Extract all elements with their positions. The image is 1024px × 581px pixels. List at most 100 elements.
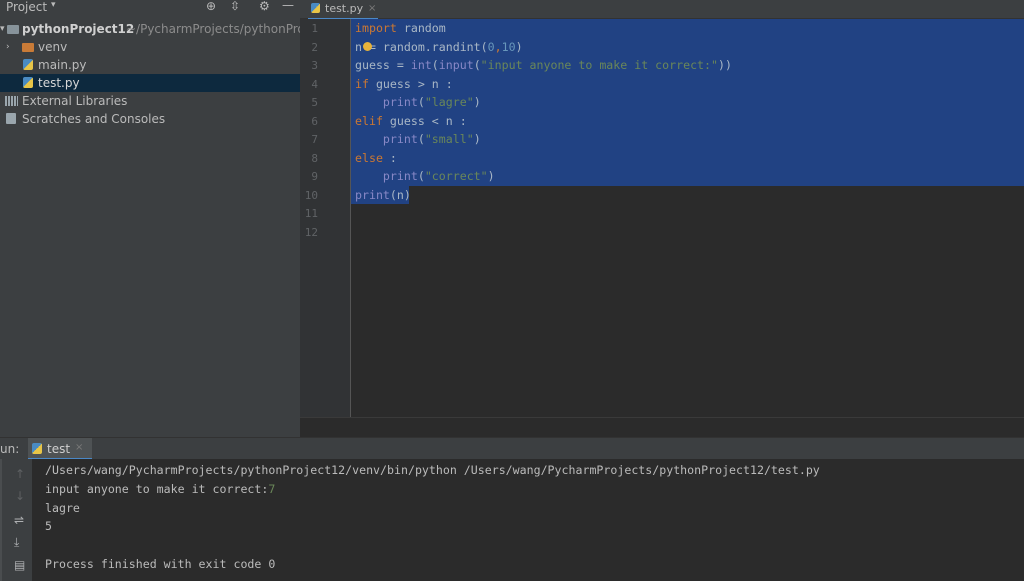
console-line: Process finished with exit code 0 xyxy=(45,557,276,571)
line-number: 8 xyxy=(311,151,318,165)
line-number: 3 xyxy=(311,59,318,72)
code-editor[interactable]: import random n = random.randint(0,10) gue… xyxy=(351,19,1024,417)
libraries-icon xyxy=(5,96,18,106)
console-line: /Users/wang/PycharmProjects/pythonProjec… xyxy=(45,463,820,477)
run-panel-title: un: xyxy=(0,442,20,456)
code-token: ) xyxy=(487,169,495,183)
tree-item-scratches[interactable]: Scratches and Consoles xyxy=(0,110,300,128)
code-token: guess > n : xyxy=(368,76,453,91)
code-token: else xyxy=(355,150,383,165)
code-token: input xyxy=(438,58,474,72)
console-prompt: input anyone to make it correct: xyxy=(45,482,269,496)
line-number: 11 xyxy=(304,207,318,220)
tree-item-label: Scratches and Consoles xyxy=(22,112,166,126)
line-number: 4 xyxy=(311,77,318,91)
project-name: pythonProject12 xyxy=(22,22,135,36)
code-token: print xyxy=(382,132,418,146)
line-number: 6 xyxy=(311,114,318,128)
line-number: 9 xyxy=(311,170,318,183)
scroll-to-end-icon[interactable]: ⤓ xyxy=(14,535,19,550)
dropdown-chevron-icon[interactable]: ▾ xyxy=(51,0,56,10)
code-line: n = random.randint(0,10) xyxy=(355,38,523,57)
code-token: random xyxy=(396,21,446,35)
scratches-icon xyxy=(6,113,16,124)
toolbar-divider xyxy=(0,459,2,581)
tree-item-venv[interactable]: › venv xyxy=(0,38,300,56)
code-token: guess = xyxy=(355,58,411,72)
chevron-down-icon[interactable]: ▾ xyxy=(0,20,5,38)
project-panel: Project ▾ ⊕ ⇳ ⚙ — ▾ pythonProject12 ~/Py… xyxy=(0,0,316,437)
console-line: 5 xyxy=(45,519,52,533)
line-number-gutter: 1 2 3 4 5 6 7 8 9 10 11 12 xyxy=(300,19,351,417)
code-token: print xyxy=(382,169,418,183)
code-line: print("correct") xyxy=(355,167,495,186)
locate-icon[interactable]: ⊕ xyxy=(206,0,216,13)
code-token: )) xyxy=(718,58,732,72)
console-line: input anyone to make it correct:7 xyxy=(45,480,275,498)
code-token: import xyxy=(355,21,397,35)
run-panel-header: un: test × xyxy=(0,437,1024,460)
python-file-icon xyxy=(23,77,33,88)
code-token: "lagre" xyxy=(424,95,474,109)
code-token: int xyxy=(410,58,432,72)
intention-bulb-icon[interactable] xyxy=(363,41,372,51)
collapse-all-icon[interactable]: ⇳ xyxy=(230,0,240,13)
code-line: print("lagre") xyxy=(355,93,481,112)
tree-item-main-py[interactable]: main.py xyxy=(0,56,300,74)
code-token: ( xyxy=(417,132,425,146)
code-token: 10 xyxy=(501,39,516,54)
console-line: lagre xyxy=(45,501,80,515)
close-icon[interactable]: × xyxy=(75,442,83,453)
tree-item-project-root[interactable]: ▾ pythonProject12 ~/PycharmProjects/pyth… xyxy=(0,20,316,38)
tree-item-label: test.py xyxy=(38,76,80,90)
run-console[interactable]: /Users/wang/PycharmProjects/pythonProjec… xyxy=(32,459,1024,581)
gear-icon[interactable]: ⚙ xyxy=(259,0,270,13)
code-token: "small" xyxy=(424,132,474,146)
minimize-icon[interactable]: — xyxy=(282,0,294,12)
folder-icon xyxy=(22,43,34,52)
line-number: 1 xyxy=(311,22,318,35)
tree-item-label: External Libraries xyxy=(22,94,128,108)
code-line: elif guess < n : xyxy=(355,112,467,131)
print-icon[interactable]: ▤ xyxy=(14,558,25,572)
chevron-right-icon[interactable]: › xyxy=(6,38,10,56)
folder-icon xyxy=(7,25,19,34)
code-token: ) xyxy=(473,132,481,146)
code-token: "correct" xyxy=(424,169,488,183)
tree-item-label: main.py xyxy=(38,58,87,72)
line-number: 5 xyxy=(311,96,318,109)
code-token: , xyxy=(494,39,502,54)
code-token: ) xyxy=(515,39,523,54)
code-token: ( xyxy=(473,58,481,72)
selection-highlight xyxy=(351,148,1024,167)
soft-wrap-icon[interactable]: ⇌ xyxy=(14,513,24,527)
code-token: ( xyxy=(417,169,425,183)
line-number: 7 xyxy=(311,133,318,146)
tree-item-test-py[interactable]: test.py xyxy=(0,74,300,92)
tab-run-test[interactable]: test × xyxy=(28,438,92,460)
code-token: if xyxy=(355,76,369,91)
run-toolbar: ↑ ↓ ⇌ ⤓ ▤ xyxy=(0,459,32,581)
project-panel-title[interactable]: Project xyxy=(6,0,47,14)
python-file-icon xyxy=(311,3,320,13)
code-token: "input anyone to make it correct:" xyxy=(480,58,718,72)
code-line: print("small") xyxy=(355,130,481,149)
editor-bottom-strip xyxy=(300,417,1024,438)
arrow-up-icon[interactable]: ↑ xyxy=(15,467,25,481)
close-icon[interactable]: × xyxy=(368,0,376,17)
project-path: ~/PycharmProjects/pythonProje xyxy=(126,22,316,36)
code-line: import random xyxy=(355,19,446,38)
arrow-down-icon[interactable]: ↓ xyxy=(15,489,25,503)
tab-label: test xyxy=(47,442,71,456)
selection-highlight xyxy=(351,19,1024,38)
tree-item-external-libraries[interactable]: External Libraries xyxy=(0,92,300,110)
line-number: 10 xyxy=(304,188,318,202)
editor-tab-bar: test.py × xyxy=(300,0,1024,20)
code-token: print xyxy=(355,187,390,202)
code-line: if guess > n : xyxy=(355,75,453,94)
code-line: guess = int(input("input anyone to make … xyxy=(355,56,732,75)
tab-test-py[interactable]: test.py × xyxy=(308,0,378,20)
